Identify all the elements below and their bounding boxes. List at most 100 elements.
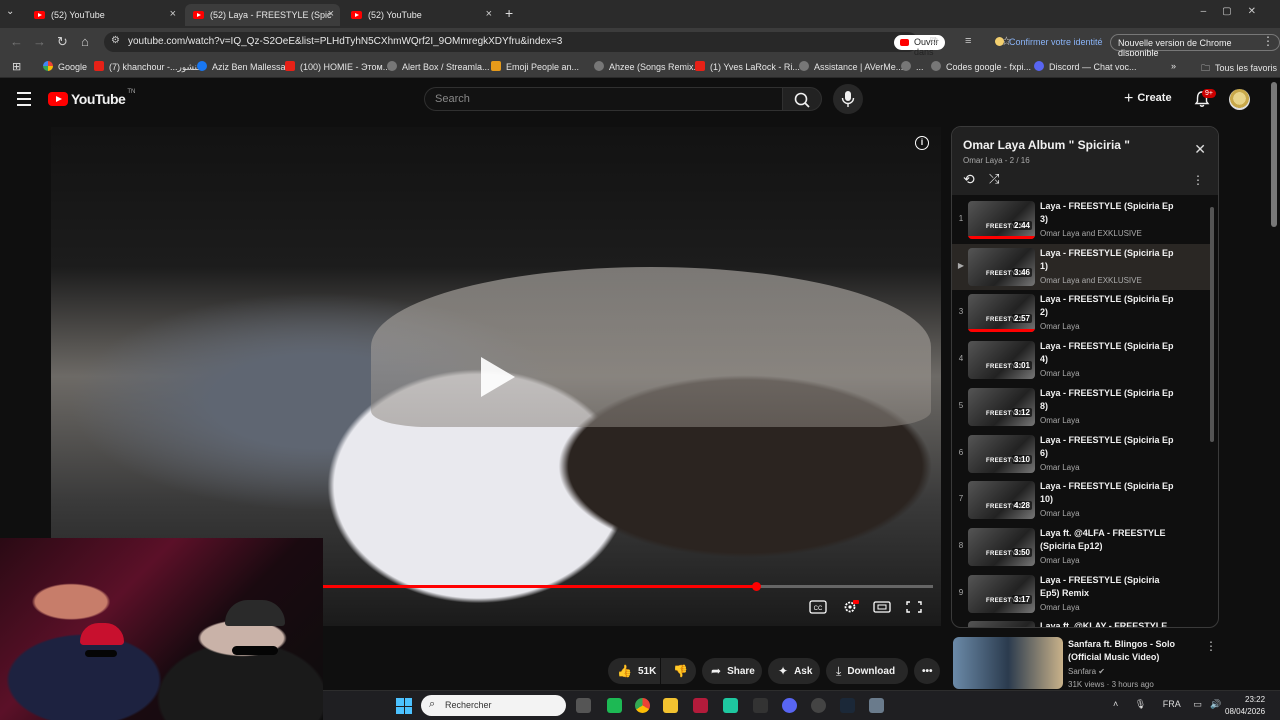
fullscreen-icon[interactable] bbox=[905, 600, 923, 614]
playlist-item[interactable]: 8 FREESTYLE 3:50 Laya ft. @4LFA - FREESTYLE… bbox=[952, 524, 1210, 570]
recommended-thumbnail[interactable] bbox=[953, 637, 1063, 689]
taskbar-search-input[interactable]: ⌕ Rechercher bbox=[421, 695, 566, 716]
playlist-scrollbar[interactable] bbox=[1210, 207, 1214, 442]
playlist-item[interactable]: 9 FREESTYLE 3:17 Laya - FREESTYLE (Spiciria… bbox=[952, 571, 1210, 617]
playlist-item[interactable]: Laya ft. @KLAY - FREESTYLE bbox=[952, 617, 1210, 627]
playlist-item-title[interactable]: Laya - FREESTYLE (Spiciria Ep5) Remix bbox=[1040, 574, 1176, 600]
playlist-item-thumbnail[interactable]: FREESTYLE 3:10 bbox=[968, 434, 1035, 473]
network-icon[interactable]: ▭ bbox=[1193, 699, 1202, 709]
close-tab-icon[interactable]: × bbox=[328, 8, 334, 20]
chrome-update-button[interactable]: Nouvelle version de Chrome disponible bbox=[1110, 34, 1280, 58]
search-input[interactable]: Search bbox=[424, 87, 782, 111]
voice-search-button[interactable] bbox=[833, 84, 863, 114]
playlist-item[interactable]: 7 FREESTYLE 4:28 Laya - FREESTYLE (Spiciria… bbox=[952, 477, 1210, 523]
playlist-item-thumbnail[interactable]: FREESTYLE 3:17 bbox=[968, 574, 1035, 613]
playlist-item-thumbnail[interactable]: FREESTYLE 4:28 bbox=[968, 481, 1035, 520]
confirm-identity-button[interactable]: Confirmer votre identité bbox=[995, 37, 1103, 47]
playlist-item[interactable]: 5 FREESTYLE 3:12 Laya - FREESTYLE (Spiciria… bbox=[952, 384, 1210, 430]
tab-youtube-1[interactable]: (52) YouTube × bbox=[26, 4, 182, 26]
bookmark-google[interactable]: Google bbox=[43, 61, 87, 72]
ask-button[interactable]: ✦ Ask bbox=[768, 658, 820, 684]
home-icon[interactable]: ⌂ bbox=[81, 34, 89, 49]
playlist-item[interactable]: 1 FREESTYLE 2:44 Laya - FREESTYLE (Spiciria… bbox=[952, 197, 1210, 243]
playlist-item[interactable]: 6 FREESTYLE 3:10 Laya - FREESTYLE (Spiciria… bbox=[952, 431, 1210, 477]
window-controls[interactable]: –▢✕ bbox=[1201, 6, 1272, 17]
video-more-icon[interactable]: ⋮ bbox=[1205, 639, 1217, 653]
settings-gear-icon[interactable] bbox=[841, 600, 859, 614]
chrome-app-icon[interactable] bbox=[635, 698, 650, 713]
like-button[interactable]: 👍 51K bbox=[608, 658, 660, 684]
playlist-item-title[interactable]: Laya - FREESTYLE (Spiciria Ep 6) bbox=[1040, 434, 1176, 460]
steam-app-icon[interactable] bbox=[840, 698, 855, 713]
settings-app-icon[interactable] bbox=[869, 698, 884, 713]
site-info-icon[interactable]: ⚙ bbox=[111, 35, 120, 46]
playlist-item-thumbnail[interactable]: FREESTYLE 3:50 bbox=[968, 527, 1035, 566]
file-explorer-icon[interactable] bbox=[663, 698, 678, 713]
whatsapp-app-icon[interactable] bbox=[723, 698, 738, 713]
playlist-item-thumbnail[interactable]: FREESTYLE 2:44 bbox=[968, 201, 1035, 239]
address-bar[interactable]: ⚙ youtube.com/watch?v=IQ_Qz-S2OeE&list=P… bbox=[104, 32, 1012, 67]
volume-icon[interactable]: 🔊 bbox=[1210, 699, 1221, 709]
close-tab-icon[interactable]: × bbox=[486, 8, 492, 20]
new-tab-plus-icon[interactable]: + bbox=[505, 5, 513, 21]
playlist-item-thumbnail[interactable]: FREESTYLE 3:46 bbox=[968, 247, 1035, 286]
bookmark-homie[interactable]: (100) HOMIE - Этом... bbox=[285, 61, 390, 72]
playlist-item[interactable]: 3 FREESTYLE 2:57 Laya - FREESTYLE (Spiciria… bbox=[952, 290, 1210, 336]
playlist-item-title[interactable]: Laya ft. @4LFA - FREESTYLE (Spiciria Ep1… bbox=[1040, 527, 1176, 553]
tab-youtube-2[interactable]: (52) YouTube × bbox=[343, 4, 498, 26]
language-indicator[interactable]: FRA bbox=[1163, 699, 1181, 709]
bookmark-aziz[interactable]: Aziz Ben Mallessa bbox=[197, 61, 286, 72]
create-button[interactable]: + Create bbox=[1124, 90, 1172, 108]
bookmark-alertbox[interactable]: Alert Box / Streamla... bbox=[387, 61, 490, 72]
recommended-channel[interactable]: Sanfara ✔ bbox=[1068, 667, 1105, 676]
shuffle-icon[interactable]: ⤮ bbox=[989, 171, 999, 187]
obs-app-icon[interactable] bbox=[811, 698, 826, 713]
windows-start-icon[interactable] bbox=[396, 698, 412, 714]
playlist-item[interactable]: 4 FREESTYLE 3:01 Laya - FREESTYLE (Spiciria… bbox=[952, 337, 1210, 383]
playlist-item-title[interactable]: Laya ft. @KLAY - FREESTYLE bbox=[1040, 620, 1176, 627]
bookmarks-overflow-icon[interactable]: » bbox=[1171, 61, 1176, 71]
download-button[interactable]: ⤓ Download bbox=[826, 658, 908, 684]
microphone-icon[interactable]: 🎙 bbox=[1135, 699, 1146, 709]
playlist-item-thumbnail[interactable]: FREESTYLE 3:01 bbox=[968, 341, 1035, 380]
youtube-logo[interactable]: YouTube TN bbox=[48, 89, 135, 107]
share-button[interactable]: ➦ Share bbox=[702, 658, 762, 684]
task-view-icon[interactable] bbox=[576, 698, 591, 713]
playlist-item-title[interactable]: Laya - FREESTYLE (Spiciria Ep 4) bbox=[1040, 340, 1176, 366]
info-icon[interactable]: i bbox=[915, 136, 929, 150]
taskbar-clock[interactable]: 23:22 08/04/2026 bbox=[1225, 694, 1265, 718]
account-avatar[interactable] bbox=[1229, 89, 1250, 110]
bookmark-ahzee[interactable]: Ahzee (Songs Remix... bbox=[594, 61, 701, 72]
tab-search-dropdown-icon[interactable]: ⌄ bbox=[6, 6, 14, 17]
bookmark-khanchour[interactable]: (7) khanchour -...خنشور bbox=[94, 61, 203, 73]
bookmark-emoji[interactable]: Emoji People an... bbox=[491, 61, 579, 72]
close-playlist-icon[interactable]: ✕ bbox=[1194, 141, 1206, 158]
adobe-app-icon[interactable] bbox=[693, 698, 708, 713]
forward-arrow-icon[interactable]: → bbox=[33, 34, 46, 49]
page-scrollbar[interactable] bbox=[1271, 82, 1277, 227]
playlist-item-title[interactable]: Laya - FREESTYLE (Spiciria Ep 10) bbox=[1040, 480, 1176, 506]
dislike-button[interactable]: 👎 bbox=[661, 658, 696, 684]
apps-grid-icon[interactable]: ⊞ bbox=[12, 60, 21, 73]
more-actions-button[interactable]: ••• bbox=[914, 658, 940, 684]
play-icon[interactable] bbox=[481, 357, 515, 397]
discord-app-icon[interactable] bbox=[782, 698, 797, 713]
recommended-title[interactable]: Sanfara ft. Blingos - Solo (Official Mus… bbox=[1068, 638, 1198, 664]
playlist-item-thumbnail[interactable] bbox=[968, 621, 1035, 627]
extensions-puzzle-icon[interactable]: ⧉ bbox=[930, 35, 938, 48]
bookmark-yves[interactable]: (1) Yves LaRock - Ri... bbox=[695, 61, 800, 72]
bookmark-discord[interactable]: Discord — Chat voc... bbox=[1034, 61, 1137, 72]
playlist-title[interactable]: Omar Laya Album " Spiciria " bbox=[963, 138, 1130, 152]
url-text[interactable]: youtube.com/watch?v=IQ_Qz-S2OeE&list=PLH… bbox=[128, 36, 562, 47]
reload-icon[interactable]: ↻ bbox=[57, 34, 68, 50]
chrome-menu-icon[interactable]: ⋮ bbox=[1262, 34, 1274, 48]
playlist-item-title[interactable]: Laya - FREESTYLE (Spiciria Ep 8) bbox=[1040, 387, 1176, 413]
playlist-item-thumbnail[interactable]: FREESTYLE 3:12 bbox=[968, 387, 1035, 426]
playlist-item-thumbnail[interactable]: FREESTYLE 2:57 bbox=[968, 294, 1035, 333]
loop-icon[interactable]: ⟲ bbox=[963, 171, 975, 188]
close-tab-icon[interactable]: × bbox=[170, 8, 176, 20]
playlist-item[interactable]: ▶ FREESTYLE 3:46 Laya - FREESTYLE (Spiciria… bbox=[952, 243, 1210, 290]
all-bookmarks-folder[interactable]: 🗀 Tous les favoris bbox=[1201, 61, 1277, 77]
playlist-item-title[interactable]: Laya - FREESTYLE (Spiciria Ep 2) bbox=[1040, 293, 1176, 319]
playlist-item-title[interactable]: Laya - FREESTYLE (Spiciria Ep 3) bbox=[1040, 200, 1176, 226]
